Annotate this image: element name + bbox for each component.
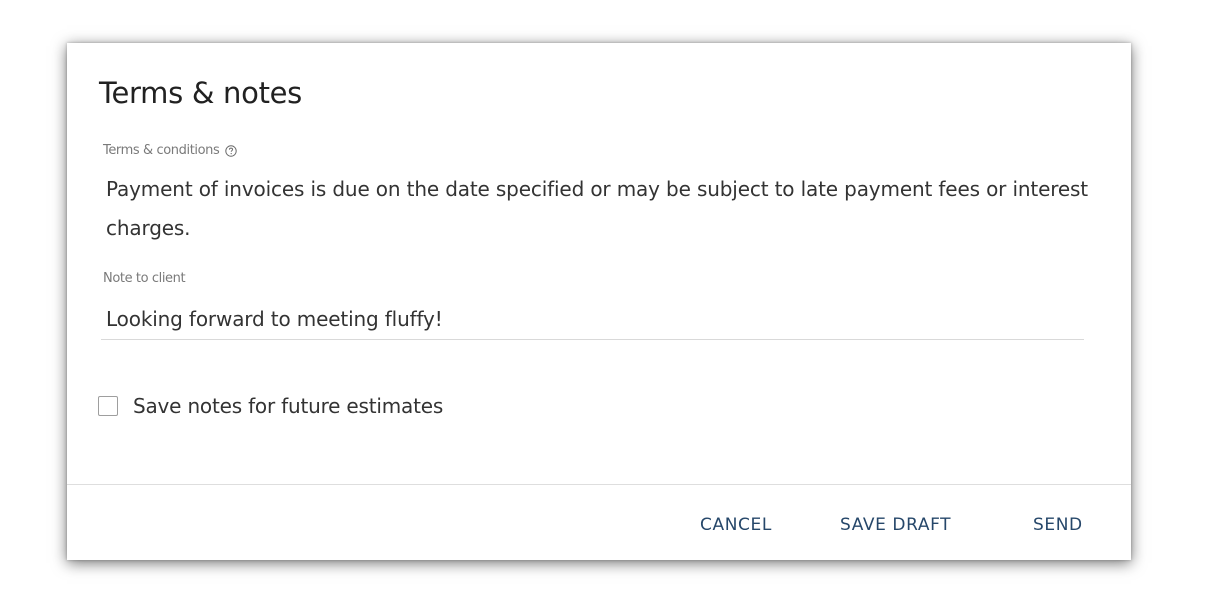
note-to-client-label: Note to client (103, 271, 186, 286)
terms-notes-dialog: Terms & notes Terms & conditions Payment… (67, 43, 1131, 560)
terms-conditions-text[interactable]: Payment of invoices is due on the date s… (106, 170, 1096, 248)
save-draft-button[interactable]: SAVE DRAFT (840, 515, 951, 535)
note-to-client-input[interactable] (101, 299, 1084, 340)
cancel-button[interactable]: CANCEL (700, 515, 772, 535)
terms-conditions-label-text: Terms & conditions (103, 143, 220, 158)
save-notes-checkbox[interactable] (98, 396, 118, 416)
terms-conditions-label: Terms & conditions (103, 143, 238, 158)
send-button[interactable]: SEND (1033, 515, 1083, 535)
help-icon[interactable] (225, 144, 238, 157)
dialog-title: Terms & notes (99, 76, 302, 110)
footer-divider (67, 484, 1131, 485)
save-notes-option[interactable]: Save notes for future estimates (98, 394, 443, 418)
save-notes-label[interactable]: Save notes for future estimates (133, 394, 443, 418)
